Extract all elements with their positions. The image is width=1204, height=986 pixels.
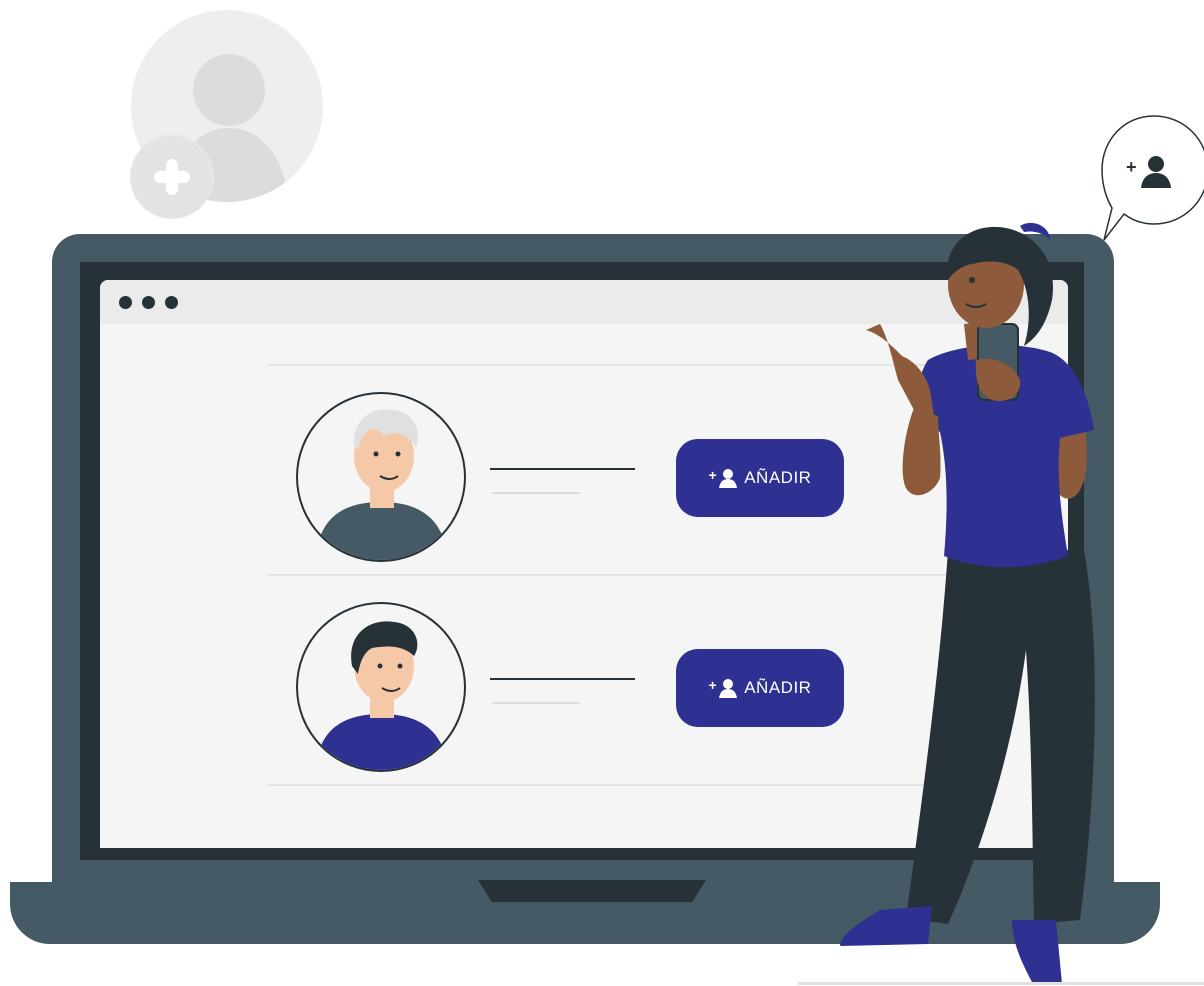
- young-man-avatar: [316, 621, 448, 770]
- window-dot[interactable]: [119, 296, 132, 309]
- window-dot[interactable]: [165, 296, 178, 309]
- plus-sign: +: [1126, 156, 1137, 177]
- contact-detail-line: [492, 702, 580, 704]
- older-man-avatar: [316, 409, 448, 560]
- woman-illustration: [840, 222, 1095, 984]
- add-contact-button[interactable]: + AÑADIR: [676, 439, 844, 517]
- add-button-label: AÑADIR: [744, 468, 812, 487]
- add-user-icon: +: [709, 677, 739, 698]
- add-user-icon: [1140, 156, 1171, 188]
- add-badge: [130, 135, 214, 219]
- contact-avatar-older-man[interactable]: [296, 392, 466, 562]
- contact-name-line: [490, 678, 635, 680]
- laptop-notch: [478, 880, 706, 902]
- contact-avatar-young-man[interactable]: [296, 602, 466, 772]
- add-contact-button[interactable]: + AÑADIR: [676, 649, 844, 727]
- contact-name-line: [490, 468, 635, 470]
- plus-icon: [132, 137, 212, 217]
- add-button-label: AÑADIR: [744, 678, 812, 697]
- add-user-icon: +: [709, 467, 739, 488]
- contact-detail-line: [492, 492, 580, 494]
- window-dot[interactable]: [142, 296, 155, 309]
- speech-bubble-content: +: [1126, 149, 1190, 193]
- ground-line: [798, 982, 1204, 985]
